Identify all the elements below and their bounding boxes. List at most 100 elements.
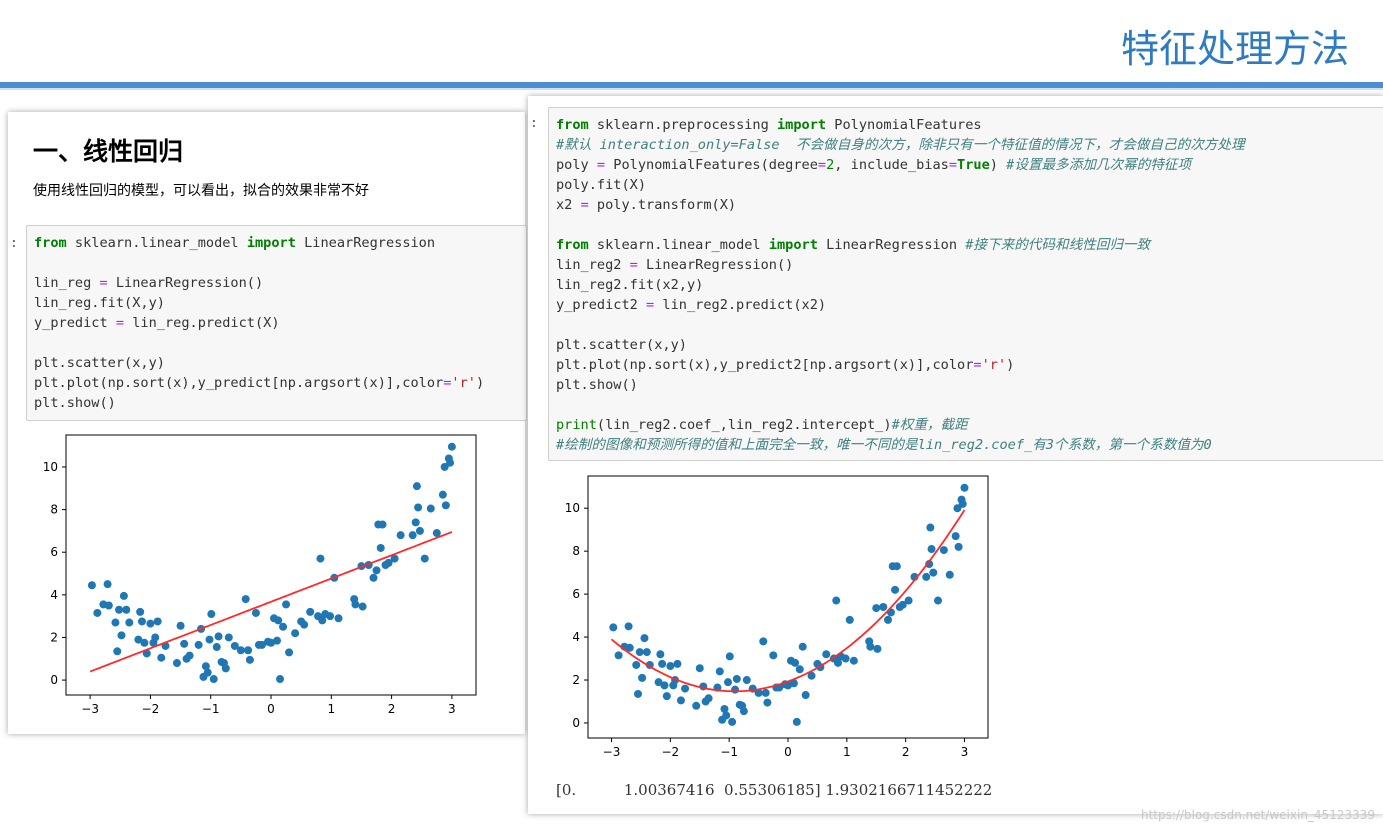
code-line: lin_reg2 = LinearRegression() [556,257,794,273]
data-point [866,642,875,651]
code-line: from sklearn.linear_model import LinearR… [556,237,1151,253]
data-point [396,531,405,540]
code-text: from sklearn.linear_model import LinearR… [34,233,484,413]
data-point [725,652,734,661]
data-point [658,659,667,668]
data-point [634,689,642,698]
section-description: 使用线性回归的模型，可以看出，拟合的效果非常不好 [33,183,369,199]
linear-fit-plot: −3 −2 −1 0 1 2 3 0 2 4 6 8 10 [43,434,477,716]
data-point [104,601,113,610]
data-point [378,520,387,529]
data-point [136,607,145,616]
data-point [180,639,189,648]
cell-output: [0. 1.00367416 0.55306185] 1.93021667114… [556,781,993,799]
data-point [873,644,882,653]
y-tick-label: 10 [43,460,58,474]
code-cell-polynomial[interactable]: from sklearn.preprocessing import Polyno… [548,107,1383,461]
data-point [945,570,954,579]
data-point [635,648,644,657]
data-point [759,637,768,646]
data-point [414,503,423,512]
y-tick-label: 6 [50,545,58,559]
x-tick-label: 0 [784,745,792,759]
data-point [642,648,651,657]
data-point [241,595,250,604]
data-point [798,642,807,651]
header-divider-shadow [0,88,1383,90]
x-tick-label: 0 [267,702,275,716]
data-point [666,662,675,671]
data-point [632,660,641,669]
code-line: x2 = poly.transform(X) [556,197,737,213]
data-point [119,591,128,600]
x-tick-label: 1 [327,702,335,716]
data-point [660,681,669,690]
data-point [176,621,185,630]
y-tick-label: 6 [572,587,580,601]
data-point [609,623,618,632]
data-point [140,638,149,647]
data-point [662,692,671,701]
x-tick-label: 2 [388,702,396,716]
data-point [673,659,682,668]
data-point [221,664,230,673]
data-point [291,629,300,638]
data-point [929,568,938,577]
y-tick-label: 8 [572,544,580,558]
code-cell-linear[interactable]: from sklearn.linear_model import LinearR… [26,225,527,421]
data-point [151,633,160,642]
data-point [279,622,288,631]
data-point [891,585,900,594]
data-point [146,619,155,628]
data-point [934,596,942,605]
data-point [822,650,831,659]
data-point [157,653,166,662]
data-point [795,665,804,674]
data-point [224,633,233,642]
data-point [732,674,741,683]
data-point [447,442,456,451]
data-point [251,608,260,617]
data-point [172,659,181,668]
x-tick-label: 3 [961,745,969,759]
code-line: poly = PolynomialFeatures(degree=2, incl… [556,157,1192,173]
data-point [273,636,282,645]
data-point [334,614,343,623]
y-tick-label: 4 [50,588,58,602]
code-line: #绘制的图像和预测所得的值和上面完全一致，唯一不同的是lin_reg2.coef… [556,437,1212,453]
data-point [614,651,623,660]
y-tick-label: 10 [565,501,580,515]
x-tick-label: −3 [81,702,99,716]
code-line: plt.scatter(x,y) [556,337,687,353]
x-tick-label: −1 [202,702,220,716]
code-line: plt.show() [34,395,116,411]
code-line: #默认 interaction_only=False 不会做自身的次方，除非只有… [556,137,1245,153]
data-point [739,707,748,716]
code-line: plt.scatter(x,y) [34,355,165,371]
data-point [113,647,122,656]
code-line: y_predict = lin_reg.predict(X) [34,315,280,331]
data-point [676,696,685,705]
slide-title: 特征处理方法 [1120,27,1349,71]
data-point [117,631,126,640]
data-point [926,523,935,532]
data-point [960,483,969,492]
cell-prompt: : [530,116,538,131]
data-point [316,554,325,563]
data-point [244,646,253,655]
data-point [904,596,913,605]
y-tick-label: 0 [50,673,58,687]
data-point [103,580,112,589]
cell-prompt: : [10,236,18,251]
y-tick-label: 8 [50,503,58,517]
data-point [939,546,948,555]
data-point [715,667,724,676]
code-line: from sklearn.preprocessing import Polyno… [556,117,982,133]
data-point [801,691,810,700]
data-point [884,615,892,624]
y-tick-label: 0 [572,716,580,730]
code-line: poly.fit(X) [556,177,647,193]
data-point [285,648,294,657]
data-point [951,532,960,541]
data-point [376,543,385,552]
